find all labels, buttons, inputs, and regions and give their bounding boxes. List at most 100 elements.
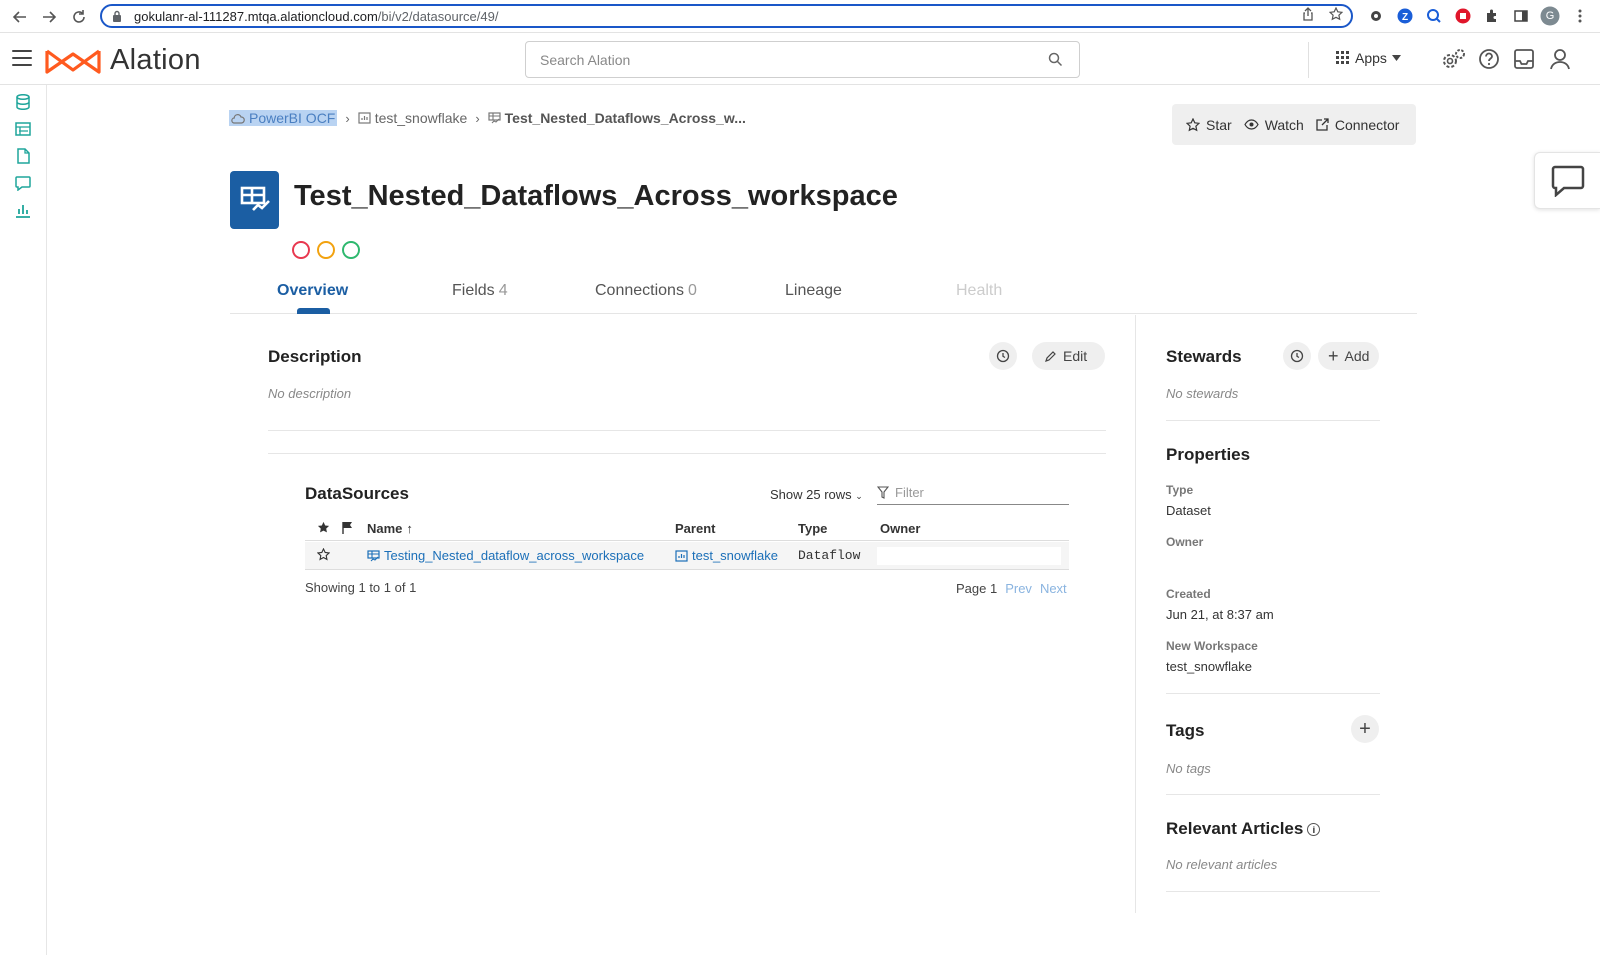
forward-arrow-icon[interactable] xyxy=(38,6,60,28)
pencil-icon xyxy=(1045,350,1056,362)
row-type: Dataflow xyxy=(798,548,861,563)
puzzle-icon[interactable] xyxy=(1482,6,1502,26)
page-number: Page 1 xyxy=(956,581,998,596)
bar-chart-icon[interactable] xyxy=(13,200,33,220)
connector-button[interactable]: Connector xyxy=(1316,117,1399,133)
description-history-button[interactable] xyxy=(989,342,1017,370)
column-type[interactable]: Type xyxy=(798,521,827,536)
sidepanel-icon[interactable] xyxy=(1511,6,1531,26)
breadcrumb-item-powerbi[interactable]: PowerBI OCF xyxy=(229,110,338,126)
trust-flag-endorsed[interactable] xyxy=(342,241,360,259)
document-icon[interactable] xyxy=(13,146,33,166)
next-page-link[interactable]: Next xyxy=(1040,581,1067,596)
column-label: Owner xyxy=(880,521,921,536)
dataflow-icon xyxy=(367,549,380,561)
conversation-icon[interactable] xyxy=(13,173,33,193)
tab-connections[interactable]: Connections 0 xyxy=(595,282,697,300)
column-parent[interactable]: Parent xyxy=(675,521,715,536)
profile-avatar[interactable]: G xyxy=(1540,6,1560,26)
reload-icon[interactable] xyxy=(68,6,90,28)
trust-flag-warning[interactable] xyxy=(317,241,335,259)
articles-title: Relevant Articles i xyxy=(1166,819,1321,839)
table-header: Name ↑ Parent Type Owner xyxy=(305,515,1069,541)
search-input[interactable]: Search Alation xyxy=(525,41,1080,78)
show-rows-select[interactable]: Show 25 rows ⌄ xyxy=(770,487,863,502)
column-name[interactable]: Name ↑ xyxy=(367,521,413,536)
tab-fields[interactable]: Fields 4 xyxy=(452,282,508,300)
star-column-icon xyxy=(317,521,330,534)
extension-z-icon[interactable]: Z xyxy=(1395,6,1415,26)
filter-funnel-icon xyxy=(877,485,889,499)
info-icon[interactable]: i xyxy=(1307,823,1321,837)
filter-input[interactable]: Filter xyxy=(877,480,1069,505)
address-bar[interactable]: gokulanr-al-111287.mtqa.alationcloud.com… xyxy=(100,4,1353,28)
table-icon[interactable] xyxy=(13,119,33,139)
tab-label: Fields xyxy=(452,282,495,299)
extension-red-icon[interactable] xyxy=(1453,6,1473,26)
breadcrumb-label: test_snowflake xyxy=(374,110,468,126)
column-label: Name xyxy=(367,521,403,536)
edit-label: Edit xyxy=(1063,348,1088,364)
properties-title: Properties xyxy=(1166,445,1251,464)
divider xyxy=(268,453,1106,454)
row-star-icon[interactable] xyxy=(317,548,330,561)
stewards-history-button[interactable] xyxy=(1283,342,1311,370)
back-arrow-icon[interactable] xyxy=(9,6,31,28)
hamburger-menu-icon[interactable] xyxy=(12,50,32,66)
column-label: Type xyxy=(798,521,828,536)
property-owner-label: Owner xyxy=(1166,535,1204,549)
database-icon[interactable] xyxy=(13,92,33,112)
trust-flag-deprecated[interactable] xyxy=(292,241,310,259)
star-icon xyxy=(1186,117,1200,131)
extension-search-icon[interactable] xyxy=(1424,6,1444,26)
history-clock-icon xyxy=(996,349,1010,363)
star-button[interactable]: Star xyxy=(1186,117,1232,133)
trust-flags xyxy=(292,241,360,259)
alation-logo[interactable]: Alation xyxy=(44,44,201,77)
feedback-chat-button[interactable] xyxy=(1534,152,1600,209)
search-icon[interactable] xyxy=(1048,52,1063,70)
row-parent-link[interactable]: test_snowflake xyxy=(675,548,778,563)
description-edit-button[interactable]: Edit xyxy=(1032,342,1105,370)
header-divider xyxy=(1308,42,1309,78)
watch-button[interactable]: Watch xyxy=(1243,117,1304,133)
sort-up-arrow-icon: ↑ xyxy=(406,521,413,536)
add-tag-button[interactable]: + xyxy=(1351,715,1379,743)
divider xyxy=(1166,693,1380,694)
chat-bubble-icon xyxy=(1551,165,1584,197)
apps-menu-button[interactable]: Apps xyxy=(1336,50,1401,66)
search-placeholder: Search Alation xyxy=(540,51,631,68)
tab-count: 0 xyxy=(687,282,697,299)
tab-overview[interactable]: Overview xyxy=(277,282,348,300)
profile-initial: G xyxy=(1545,10,1555,22)
settings-gears-icon[interactable] xyxy=(1441,46,1467,72)
history-clock-icon xyxy=(1290,349,1304,363)
caret-down-icon xyxy=(1391,55,1401,61)
breadcrumb-separator-icon: › xyxy=(345,110,350,126)
add-steward-button[interactable]: + Add xyxy=(1318,342,1379,370)
dataflow-object-icon xyxy=(230,171,279,229)
user-profile-icon[interactable] xyxy=(1547,46,1573,72)
tags-title: Tags xyxy=(1166,721,1205,740)
table-row: Testing_Nested_dataflow_across_workspace… xyxy=(305,542,1069,570)
breadcrumb-item-folder[interactable]: test_snowflake xyxy=(358,110,468,126)
bookmark-star-icon[interactable] xyxy=(1328,6,1344,24)
breadcrumb-label: PowerBI OCF xyxy=(249,110,336,126)
tab-bar: Overview Fields 4 Connections 0 Lineage He… xyxy=(230,270,1417,314)
column-owner[interactable]: Owner xyxy=(880,521,920,536)
property-type-label: Type xyxy=(1166,483,1194,497)
help-icon[interactable] xyxy=(1476,46,1502,72)
prev-page-link[interactable]: Prev xyxy=(1005,581,1032,596)
divider xyxy=(268,430,1106,431)
extension-gear-icon[interactable] xyxy=(1366,6,1386,26)
table-showing-count: Showing 1 to 1 of 1 xyxy=(305,580,417,595)
tab-lineage[interactable]: Lineage xyxy=(785,282,842,300)
row-name-link[interactable]: Testing_Nested_dataflow_across_workspace xyxy=(367,548,644,563)
property-workspace-label: New Workspace xyxy=(1166,639,1258,653)
breadcrumb-separator-icon: › xyxy=(475,110,480,126)
description-title: Description xyxy=(268,347,362,366)
share-icon[interactable] xyxy=(1301,7,1315,24)
kebab-menu-icon[interactable] xyxy=(1570,6,1590,26)
inbox-icon[interactable] xyxy=(1511,46,1537,72)
tab-count: 4 xyxy=(498,282,508,299)
